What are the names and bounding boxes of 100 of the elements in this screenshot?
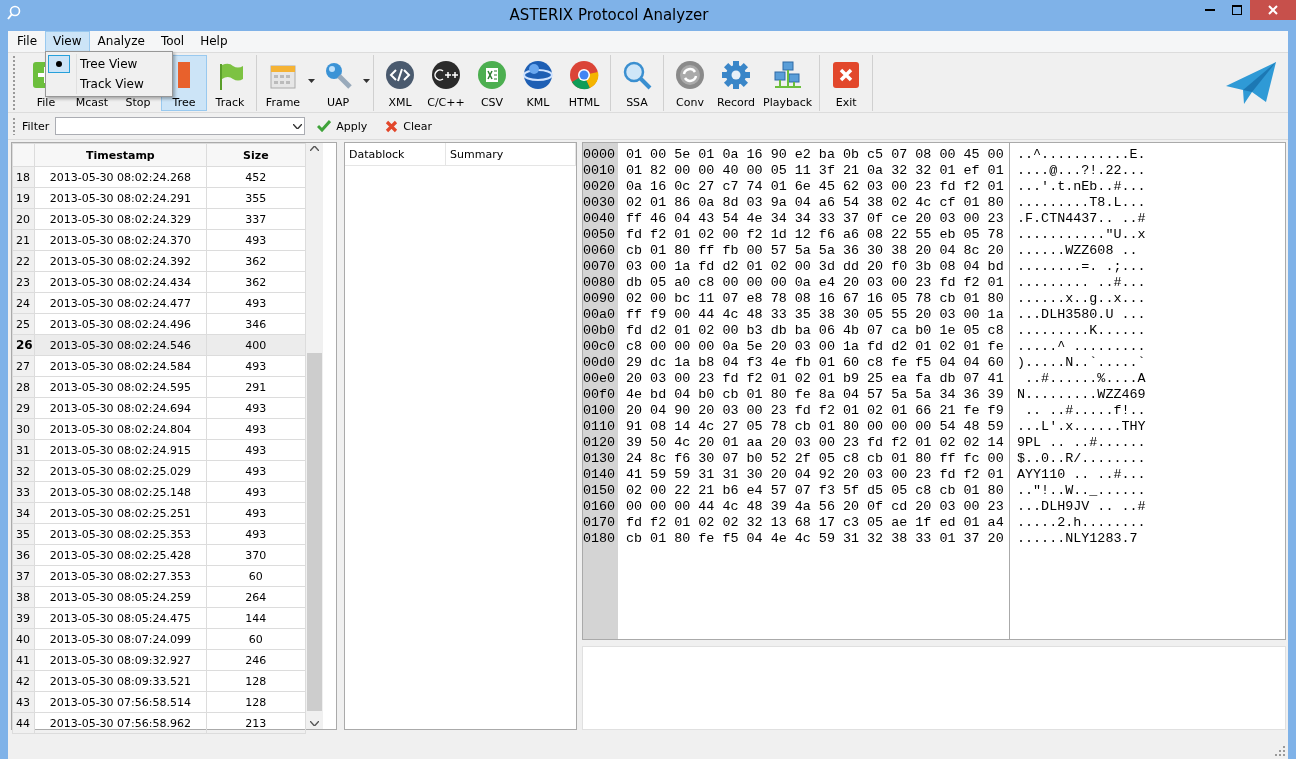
table-row[interactable]: 19 2013-05-30 08:02:24.291 355 (12, 187, 306, 209)
option-label: Track View (80, 77, 144, 91)
table-cell: 2013-05-30 08:02:24.496 (34, 313, 207, 335)
table-cell: 493 (206, 502, 306, 524)
table-cell: 2013-05-30 08:02:24.915 (34, 439, 207, 461)
toolbar-button[interactable]: C/C++ (423, 55, 469, 111)
table-row[interactable]: 43 2013-05-30 07:56:58.514 128 (12, 691, 306, 713)
hex-bytes: cb 01 80 ff fb 00 57 5a 5a 36 30 38 20 04 8c 20 (626, 243, 1005, 259)
table-row[interactable]: 22 2013-05-30 08:02:24.392 362 (12, 250, 306, 272)
radio-dot-icon (56, 61, 63, 67)
row-number: 38 (12, 586, 35, 608)
table-row[interactable]: 40 2013-05-30 08:07:24.099 60 (12, 628, 306, 650)
toolbar-button[interactable]: Conv (667, 55, 713, 111)
hex-bytes: 24 8c f6 30 07 b0 52 2f 05 c8 cb 01 80 ff fc 00 (626, 451, 1005, 467)
checkmark-icon (317, 120, 332, 132)
row-number: 40 (12, 628, 35, 650)
table-cell: 2013-05-30 07:56:58.514 (34, 691, 207, 713)
row-number: 33 (12, 481, 35, 503)
hex-bytes: 03 00 1a fd d2 01 02 00 3d dd 20 f0 3b 08 04 bd (626, 259, 1005, 275)
offset-label: 0170 (583, 515, 617, 531)
menu-item[interactable]: Help (192, 31, 236, 52)
close-icon (831, 60, 862, 90)
offset-label: 0180 (583, 531, 617, 547)
table-row[interactable]: 21 2013-05-30 08:02:24.370 493 (12, 229, 306, 251)
toolbar-button[interactable]: SSA (614, 55, 660, 111)
close-button[interactable] (1250, 0, 1296, 20)
row-number: 18 (12, 166, 35, 188)
toolbar-button[interactable]: Track (207, 55, 253, 111)
table-cell: 2013-05-30 08:02:25.148 (34, 481, 207, 503)
close-icon (1268, 5, 1278, 15)
code-icon (385, 60, 415, 90)
table-cell: 2013-05-30 08:02:24.434 (34, 271, 207, 293)
table-row[interactable]: 25 2013-05-30 08:02:24.496 346 (12, 313, 306, 335)
toolbar-button[interactable]: CSV (469, 55, 515, 111)
table-row[interactable]: 42 2013-05-30 08:09:33.521 128 (12, 670, 306, 692)
menu-item[interactable]: Tool (152, 31, 193, 52)
table-row[interactable]: 29 2013-05-30 08:02:24.694 493 (12, 397, 306, 419)
scrollbar[interactable] (306, 143, 323, 729)
ascii-text: ..........."U..x (1017, 227, 1146, 243)
table-cell: 2013-05-30 08:02:24.370 (34, 229, 207, 251)
menu-item[interactable]: Analyze (89, 31, 153, 52)
table-cell: 60 (206, 628, 306, 650)
table-row[interactable]: 31 2013-05-30 08:02:24.915 493 (12, 439, 306, 461)
menu-item[interactable]: View (45, 31, 90, 52)
table-cell: 2013-05-30 08:02:25.353 (34, 523, 207, 545)
caret-icon[interactable] (308, 79, 315, 83)
table-row[interactable]: 38 2013-05-30 08:05:24.259 264 (12, 586, 306, 608)
table-row[interactable]: 44 2013-05-30 07:56:58.962 213 (12, 712, 306, 734)
toolbar-button[interactable]: KML (515, 55, 561, 111)
column-header[interactable]: Datablock (345, 143, 446, 165)
table-row[interactable]: 28 2013-05-30 08:02:24.595 291 (12, 376, 306, 398)
table-cell: 2013-05-30 08:02:24.268 (34, 166, 207, 188)
table-row[interactable]: 26 2013-05-30 08:02:24.546 400 (12, 334, 306, 356)
table-row[interactable]: 20 2013-05-30 08:02:24.329 337 (12, 208, 306, 230)
table-row[interactable]: 33 2013-05-30 08:02:25.148 493 (12, 481, 306, 503)
table-row[interactable]: 24 2013-05-30 08:02:24.477 493 (12, 292, 306, 314)
row-number: 27 (12, 355, 35, 377)
ascii-text: ..#......%....A (1024, 371, 1146, 387)
offset-label: 0090 (583, 291, 617, 307)
row-number: 41 (12, 649, 35, 671)
toolbar-button[interactable]: HTML (561, 55, 607, 111)
toolbar-button[interactable]: Frame (260, 58, 306, 111)
table-cell: 128 (206, 670, 306, 692)
toolbar-button[interactable]: Playback (759, 55, 817, 111)
refresh-icon (675, 60, 705, 90)
hex-bytes: 02 00 22 21 b6 e4 57 07 f3 5f d5 05 c8 cb 01 80 (626, 483, 1005, 499)
toolbar-button[interactable]: XML (377, 55, 423, 111)
table-cell: 370 (206, 544, 306, 566)
hex-bytes: 02 00 bc 11 07 e8 78 08 16 67 16 05 78 cb 01 80 (626, 291, 1005, 307)
minimize-icon (1204, 9, 1215, 11)
table-row[interactable]: 23 2013-05-30 08:02:24.434 362 (12, 271, 306, 293)
menu-item[interactable]: File (9, 31, 46, 52)
caret-icon[interactable] (363, 79, 370, 83)
ascii-text: .........T8.L... (1017, 195, 1146, 211)
block-icon (178, 62, 190, 88)
filter-field[interactable] (55, 117, 306, 135)
column-header[interactable]: Timestamp (34, 143, 207, 167)
resize-grip-icon[interactable] (1275, 746, 1285, 756)
table-row[interactable]: 34 2013-05-30 08:02:25.251 493 (12, 502, 306, 524)
ascii-text: ...DLH3580.U ... (1017, 307, 1146, 323)
table-row[interactable]: 36 2013-05-30 08:02:25.428 370 (12, 544, 306, 566)
table-row[interactable]: 18 2013-05-30 08:02:24.268 452 (12, 166, 306, 188)
ascii-text: ...L'.x......THY (1017, 419, 1146, 435)
table-row[interactable]: 39 2013-05-30 08:05:24.475 144 (12, 607, 306, 629)
table-row[interactable]: 32 2013-05-30 08:02:25.029 493 (12, 460, 306, 482)
dark-circle-icon (431, 60, 461, 90)
table-row[interactable]: 27 2013-05-30 08:02:24.584 493 (12, 355, 306, 377)
apply-button[interactable]: Apply (311, 117, 374, 135)
column-header[interactable]: Summary (446, 143, 576, 165)
table-row[interactable]: 37 2013-05-30 08:02:27.353 60 (12, 565, 306, 587)
table-row[interactable]: 30 2013-05-30 08:02:24.804 493 (12, 418, 306, 440)
toolbar-button[interactable]: UAP (315, 58, 361, 111)
table-row[interactable]: 35 2013-05-30 08:02:25.353 493 (12, 523, 306, 545)
table-row[interactable]: 41 2013-05-30 08:09:32.927 246 (12, 649, 306, 671)
row-number: 42 (12, 670, 35, 692)
toolbar-button[interactable]: Exit (823, 55, 870, 111)
column-header[interactable]: Size (206, 143, 306, 167)
row-number: 44 (12, 712, 35, 734)
toolbar-button[interactable]: Record (713, 55, 759, 111)
clear-button[interactable]: Clear (379, 117, 439, 135)
